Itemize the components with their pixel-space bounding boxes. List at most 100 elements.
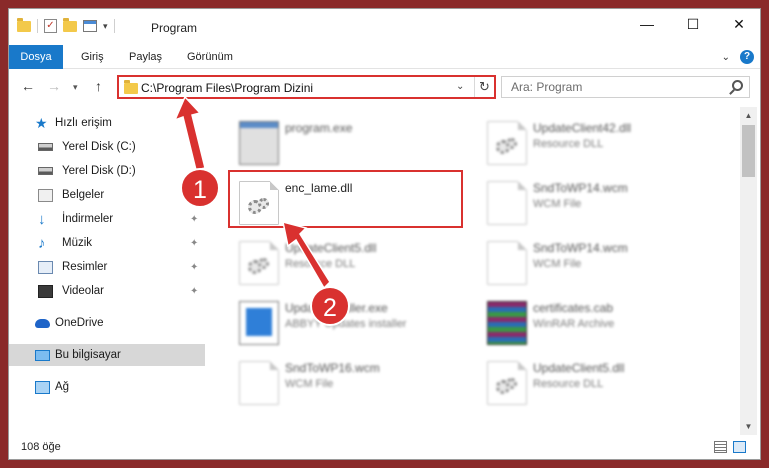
quick-access-toolbar: ✓ ▾ xyxy=(17,17,115,33)
sidebar-item-label: Yerel Disk (D:) xyxy=(62,165,136,177)
file-item-program-exe[interactable]: program.exe xyxy=(233,115,473,171)
sidebar-item-documents[interactable]: Belgeler ✦ xyxy=(9,184,205,206)
document-icon xyxy=(487,241,527,285)
file-name: SndToWP14.wcm xyxy=(533,241,628,255)
expand-ribbon-chevron-icon[interactable]: ⌄ xyxy=(722,52,730,63)
sidebar-item-label: OneDrive xyxy=(55,317,104,329)
music-icon: ♪ xyxy=(38,234,46,252)
documents-icon xyxy=(38,188,53,202)
file-list: program.exe enc_lame.dll UpdateClient5.d… xyxy=(205,107,739,435)
search-icon xyxy=(732,80,743,91)
navigation-bar: ← → ▾ ↑ C:\Program Files\Program Dizini … xyxy=(9,70,760,104)
item-count: 108 öğe xyxy=(21,441,61,453)
file-highlight-box xyxy=(228,170,463,228)
sidebar-item-label: Bu bilgisayar xyxy=(55,349,121,361)
tab-view[interactable]: Görünüm xyxy=(175,45,245,69)
sidebar-item-network[interactable]: Ağ xyxy=(9,376,205,398)
sidebar-item-local-disk-d[interactable]: Yerel Disk (D:) xyxy=(9,160,205,182)
sidebar-item-quick-access[interactable]: ★ Hızlı erişim xyxy=(9,112,205,134)
dll-gear-icon xyxy=(487,121,527,165)
drive-icon xyxy=(38,143,53,151)
sidebar-item-videos[interactable]: Videolar ✦ xyxy=(9,280,205,302)
sidebar-item-this-pc[interactable]: Bu bilgisayar xyxy=(9,344,205,366)
tab-home[interactable]: Giriş xyxy=(69,45,116,69)
folder-icon xyxy=(124,80,138,94)
file-item-updateclient42-dll[interactable]: UpdateClient42.dll Resource DLL xyxy=(481,115,721,171)
file-type: WinRAR Archive xyxy=(533,318,615,330)
sidebar-item-downloads[interactable]: ↓ İndirmeler ✦ xyxy=(9,208,205,230)
file-item-updateclient5-dll[interactable]: UpdateClient5.dll Resource DLL xyxy=(481,355,721,411)
recent-locations-chevron-icon[interactable]: ▾ xyxy=(73,82,78,93)
step-2-badge: 2 xyxy=(310,286,350,326)
file-item-certificates-cab[interactable]: certificates.cab WinRAR Archive xyxy=(481,295,721,351)
document-icon xyxy=(239,361,279,405)
close-button[interactable]: ✕ xyxy=(716,9,760,39)
help-icon[interactable]: ? xyxy=(740,50,754,64)
file-item-sndtowp14-wcm[interactable]: SndToWP14.wcm WCM File xyxy=(481,175,721,231)
file-item-sndtowp16-wcm[interactable]: SndToWP16.wcm WCM File xyxy=(233,355,473,411)
scrollbar-thumb[interactable] xyxy=(742,125,755,177)
search-input[interactable]: Ara: Program xyxy=(501,76,750,98)
file-type: Resource DLL xyxy=(533,378,604,390)
star-icon: ★ xyxy=(35,114,48,131)
refresh-icon[interactable]: ↻ xyxy=(479,79,490,95)
file-name: SndToWP16.wcm xyxy=(285,361,380,375)
sidebar-item-local-disk-c[interactable]: Yerel Disk (C:) xyxy=(9,136,205,158)
properties-icon[interactable] xyxy=(83,20,97,32)
tiles-view-icon[interactable] xyxy=(733,441,746,453)
address-dropdown-chevron-icon[interactable]: ⌄ xyxy=(456,81,464,92)
details-view-icon[interactable] xyxy=(714,441,727,453)
customize-toolbar-chevron-icon[interactable]: ▾ xyxy=(103,21,108,32)
window-title: Program xyxy=(151,21,198,35)
sidebar-item-label: Yerel Disk (C:) xyxy=(62,141,136,153)
explorer-window: ✓ ▾ Program — ☐ ✕ Dosya Giriş Paylaş Gör… xyxy=(8,8,761,460)
navigation-pane: ★ Hızlı erişim Yerel Disk (C:) Yerel Dis… xyxy=(9,109,205,435)
onedrive-icon xyxy=(35,319,50,328)
up-arrow-icon[interactable]: ↑ xyxy=(95,78,102,94)
properties-check-icon[interactable]: ✓ xyxy=(44,19,57,33)
pin-icon[interactable]: ✦ xyxy=(190,286,198,297)
file-type: Resource DLL xyxy=(533,138,604,150)
pictures-icon xyxy=(38,260,53,274)
ribbon-right-controls: ⌄ ? xyxy=(722,50,754,64)
forward-arrow-icon[interactable]: → xyxy=(47,78,61,94)
file-item-sndtowp14-wcm[interactable]: SndToWP14.wcm WCM File xyxy=(481,235,721,291)
computer-icon xyxy=(35,349,50,361)
new-folder-icon[interactable] xyxy=(63,17,77,32)
file-item-updateclient5-dll[interactable]: UpdateClient5.dll Resource DLL xyxy=(233,235,473,291)
scroll-down-icon[interactable]: ▼ xyxy=(740,418,757,435)
step-1-badge: 1 xyxy=(180,168,220,208)
sidebar-item-pictures[interactable]: Resimler ✦ xyxy=(9,256,205,278)
sidebar-item-onedrive[interactable]: OneDrive xyxy=(9,312,205,334)
sidebar-item-label: Müzik xyxy=(62,237,93,249)
dll-gear-icon xyxy=(239,241,279,285)
sidebar-item-label: Ağ xyxy=(55,381,70,393)
divider xyxy=(37,19,38,33)
exe-icon xyxy=(239,121,279,165)
file-name: program.exe xyxy=(285,121,353,135)
address-path[interactable]: C:\Program Files\Program Dizini xyxy=(141,81,313,95)
sidebar-item-music[interactable]: ♪ Müzik ✦ xyxy=(9,232,205,254)
file-name: UpdateClient5.dll xyxy=(285,241,377,255)
tab-file[interactable]: Dosya xyxy=(9,45,63,69)
tab-share[interactable]: Paylaş xyxy=(117,45,174,69)
pin-icon[interactable]: ✦ xyxy=(190,238,198,249)
video-icon xyxy=(38,284,53,298)
file-item-updateinstaller-exe[interactable]: UpdateInstaller.exe ABBYY Updates instal… xyxy=(233,295,473,351)
vertical-scrollbar[interactable]: ▲ ▼ xyxy=(740,107,757,435)
scroll-up-icon[interactable]: ▲ xyxy=(740,107,757,124)
back-arrow-icon[interactable]: ← xyxy=(21,78,35,94)
sidebar-item-label: İndirmeler xyxy=(62,213,114,225)
document-icon xyxy=(487,181,527,225)
minimize-button[interactable]: — xyxy=(624,9,670,39)
file-type: Resource DLL xyxy=(285,258,356,270)
file-type: WCM File xyxy=(533,258,582,270)
archive-icon xyxy=(487,301,527,345)
pin-icon[interactable]: ✦ xyxy=(190,214,198,225)
sidebar-item-label: Hızlı erişim xyxy=(55,117,112,129)
maximize-button[interactable]: ☐ xyxy=(670,9,716,39)
address-bar[interactable]: C:\Program Files\Program Dizini ⌄ ↻ xyxy=(117,75,496,99)
file-name: UpdateClient42.dll xyxy=(533,121,632,135)
pin-icon[interactable]: ✦ xyxy=(190,262,198,273)
installer-icon xyxy=(239,301,279,345)
